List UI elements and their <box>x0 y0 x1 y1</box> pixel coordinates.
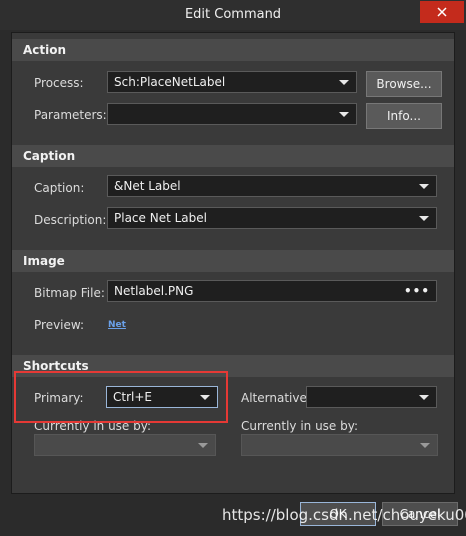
caption-dropdown[interactable]: &Net Label <box>107 175 437 197</box>
browse-button[interactable]: Browse... <box>366 71 442 97</box>
process-dropdown[interactable]: Sch:PlaceNetLabel <box>107 71 357 93</box>
alternative-label: Alternative: <box>241 391 311 405</box>
parameters-label: Parameters: <box>34 108 107 122</box>
highlight-box <box>14 371 228 423</box>
window-title: Edit Command <box>184 7 282 22</box>
image-section-header: Image <box>12 250 454 272</box>
chevron-down-icon <box>339 80 349 85</box>
chevron-down-icon <box>419 184 429 189</box>
close-icon <box>437 7 447 17</box>
caption-section-header: Caption <box>12 145 454 167</box>
chevron-down-icon <box>339 112 349 117</box>
alternative-shortcut-dropdown[interactable] <box>306 386 437 408</box>
title-bar: Edit Command <box>0 0 466 30</box>
preview-image: Net <box>108 320 126 330</box>
process-label: Process: <box>34 76 84 90</box>
bitmap-file-field[interactable]: Netlabel.PNG ••• <box>107 280 437 302</box>
watermark: https://blog.csdn.net/chouyeku00 <box>222 506 466 524</box>
preview-label: Preview: <box>34 318 85 332</box>
chevron-down-icon <box>198 443 208 448</box>
description-label: Description: <box>34 213 107 227</box>
bitmap-file-value: Netlabel.PNG <box>114 284 194 298</box>
in-use-primary-dropdown <box>34 434 216 456</box>
dialog-body: Action Process: Sch:PlaceNetLabel Browse… <box>11 32 455 494</box>
bitmap-file-label: Bitmap File: <box>34 286 105 300</box>
process-value: Sch:PlaceNetLabel <box>114 75 226 89</box>
info-button[interactable]: Info... <box>366 103 442 129</box>
caption-value: &Net Label <box>114 179 181 193</box>
browse-dots-icon[interactable]: ••• <box>404 281 430 301</box>
in-use-alternative-dropdown <box>241 434 438 456</box>
parameters-dropdown[interactable] <box>107 103 357 125</box>
close-button[interactable] <box>420 1 464 23</box>
action-section-header: Action <box>12 39 454 61</box>
caption-label: Caption: <box>34 181 85 195</box>
chevron-down-icon <box>419 395 429 400</box>
description-value: Place Net Label <box>114 211 207 225</box>
description-dropdown[interactable]: Place Net Label <box>107 207 437 229</box>
currently-in-use-label-alternative: Currently in use by: <box>241 419 359 433</box>
chevron-down-icon <box>420 443 430 448</box>
chevron-down-icon <box>419 216 429 221</box>
